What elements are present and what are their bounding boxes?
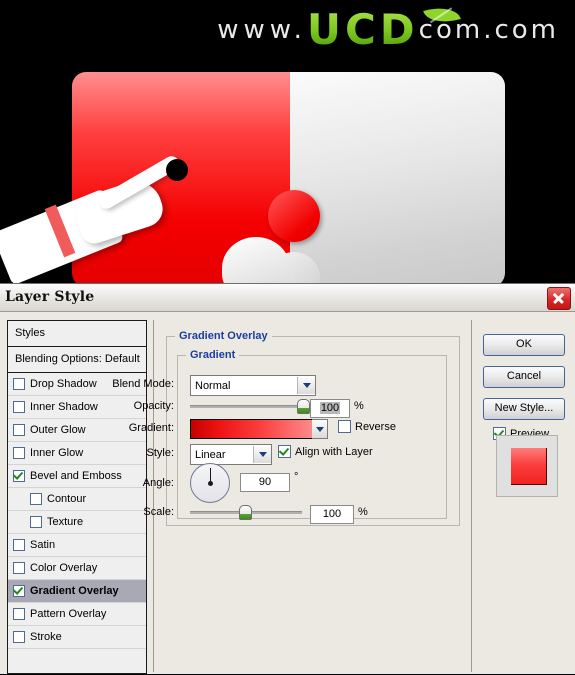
angle-unit: ° <box>294 471 299 483</box>
puzzle-piece-white <box>290 72 505 283</box>
layer-style-dialog: Layer Style Styles Blending Options: Def… <box>0 283 575 674</box>
screen: www. UCD com.com Layer Style Styles Blen… <box>0 0 575 674</box>
sidebar-item-gradient-overlay[interactable]: Gradient Overlay <box>8 580 146 603</box>
style-toggle-checkbox[interactable] <box>13 447 25 459</box>
style-toggle-checkbox[interactable] <box>13 424 25 436</box>
style-label: Style: <box>146 447 174 459</box>
group-title: Gradient <box>186 349 240 361</box>
ok-button[interactable]: OK <box>483 334 565 356</box>
align-with-layer-label: Align with Layer <box>295 445 373 458</box>
sidebar-item-label: Inner Glow <box>30 447 84 459</box>
site-logo: www. UCD com.com <box>217 8 559 52</box>
logo-www: www. <box>217 15 307 45</box>
scale-value: 100 <box>322 508 342 520</box>
style-toggle-checkbox[interactable] <box>13 378 25 390</box>
style-toggle-checkbox[interactable] <box>30 493 42 505</box>
angle-input[interactable]: 90 <box>240 473 290 492</box>
logo-mark: UCD <box>306 5 419 54</box>
dialog-titlebar[interactable]: Layer Style <box>0 284 575 312</box>
logo-tail: com.com <box>418 15 559 45</box>
sidebar-item-pattern-overlay[interactable]: Pattern Overlay <box>8 603 146 626</box>
angle-value: 90 <box>258 476 272 488</box>
pointer-dot <box>166 159 188 181</box>
close-icon[interactable] <box>547 287 571 310</box>
sidebar-item-label: Outer Glow <box>30 424 86 436</box>
opacity-input[interactable]: 100 <box>310 399 350 418</box>
style-toggle-checkbox[interactable] <box>13 608 25 620</box>
sidebar-item-label: Satin <box>30 539 56 551</box>
opacity-value: 100 <box>319 402 341 414</box>
preview-thumbnail <box>496 435 558 497</box>
sidebar-item-label: Gradient Overlay <box>30 585 119 597</box>
scale-thumb[interactable] <box>238 505 252 520</box>
angle-dial[interactable] <box>190 463 230 503</box>
reverse-label: Reverse <box>355 420 396 433</box>
blend-mode-label: Blend Mode: <box>112 378 174 390</box>
align-with-layer-checkbox[interactable]: Align with Layer <box>278 445 373 458</box>
gradient-swatch[interactable] <box>190 419 313 439</box>
scale-unit: % <box>358 506 368 518</box>
sidebar-item-stroke[interactable]: Stroke <box>8 626 146 649</box>
opacity-thumb[interactable] <box>297 399 310 414</box>
style-toggle-checkbox[interactable] <box>13 562 25 574</box>
puzzle-illustration <box>0 62 505 283</box>
sidebar-item-label: Color Overlay <box>30 562 98 574</box>
hand-cursor-illustration <box>0 153 188 283</box>
sidebar-item-satin[interactable]: Satin <box>8 534 146 557</box>
opacity-label: Opacity: <box>133 400 174 412</box>
styles-sidebar: Styles Blending Options: Default Drop Sh… <box>7 320 147 674</box>
opacity-track <box>190 405 302 408</box>
style-chevron-down-icon <box>253 446 271 463</box>
scale-label: Scale: <box>143 506 174 518</box>
angle-dial-center <box>207 480 213 486</box>
cancel-button[interactable]: Cancel <box>483 366 565 388</box>
style-toggle-checkbox[interactable] <box>13 539 25 551</box>
angle-label: Angle: <box>142 477 174 489</box>
style-select[interactable]: Linear <box>190 444 272 465</box>
scale-slider[interactable] <box>190 505 302 520</box>
sidebar-item-label: Texture <box>47 516 84 528</box>
gradient-label: Gradient: <box>128 422 174 434</box>
sidebar-item-color-overlay[interactable]: Color Overlay <box>8 557 146 580</box>
sidebar-header: Styles <box>8 321 146 347</box>
style-toggle-checkbox[interactable] <box>13 631 25 643</box>
dialog-body: Styles Blending Options: Default Drop Sh… <box>0 312 575 675</box>
reverse-checkbox[interactable]: Reverse <box>338 420 396 433</box>
style-toggle-checkbox[interactable] <box>13 401 25 413</box>
gradient-group: Gradient Blend Mode: Normal Opacity: 100… <box>112 349 447 524</box>
gradient-overlay-group: Gradient Overlay Gradient Blend Mode: No… <box>112 330 460 526</box>
blend-mode-select[interactable]: Normal <box>190 375 316 396</box>
new-style-button[interactable]: New Style... <box>483 398 565 420</box>
reverse-checkbox-box <box>338 420 351 433</box>
chevron-down-icon <box>297 377 315 394</box>
sidebar-item-label: Contour <box>47 493 87 505</box>
section-title: Gradient Overlay <box>175 330 272 342</box>
preview-swatch <box>511 448 547 485</box>
sidebar-item-label: Stroke <box>30 631 62 643</box>
gradient-overlay-panel: Gradient Overlay Gradient Blend Mode: No… <box>112 320 472 672</box>
style-value: Linear <box>195 448 226 461</box>
dialog-actions: OK Cancel New Style... Preview <box>471 320 568 672</box>
dialog-title: Layer Style <box>5 289 95 305</box>
opacity-slider[interactable] <box>190 399 310 414</box>
puzzle-tab <box>268 190 320 242</box>
sidebar-item-label: Pattern Overlay <box>30 608 107 620</box>
scale-input[interactable]: 100 <box>310 505 354 524</box>
style-toggle-checkbox[interactable] <box>13 470 25 482</box>
blend-mode-value: Normal <box>195 379 231 392</box>
style-toggle-checkbox[interactable] <box>13 585 25 597</box>
opacity-unit: % <box>354 400 364 412</box>
site-banner: www. UCD com.com <box>0 0 575 283</box>
gradient-picker-chevron-down-icon[interactable] <box>312 419 328 439</box>
sidebar-item-blending-options[interactable]: Blending Options: Default <box>8 347 146 373</box>
align-with-layer-checkbox-box <box>278 445 291 458</box>
style-toggle-checkbox[interactable] <box>30 516 42 528</box>
